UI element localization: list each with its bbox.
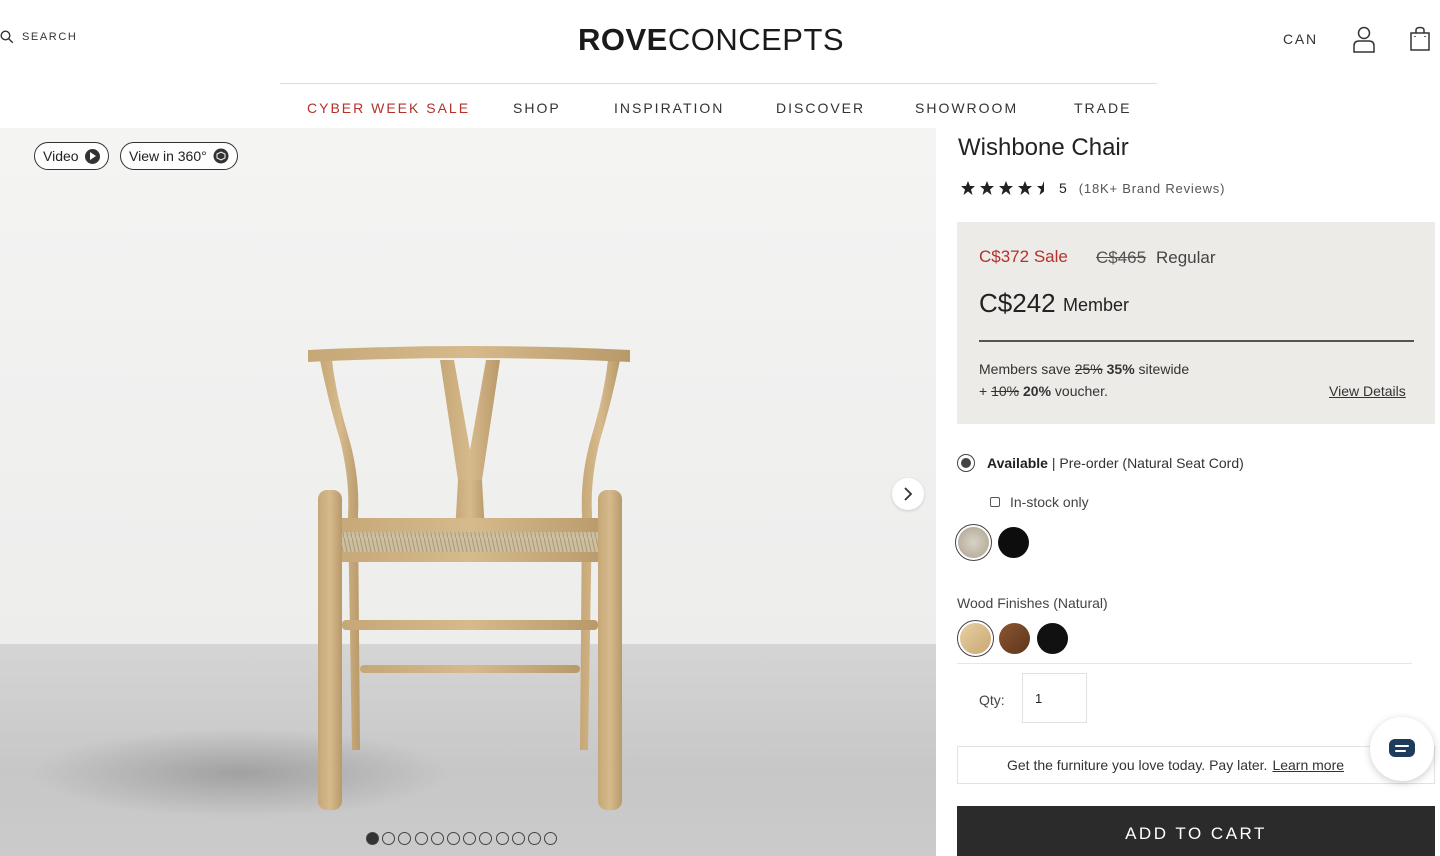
play-icon bbox=[84, 148, 100, 164]
chevron-right-icon bbox=[904, 487, 913, 501]
video-label: Video bbox=[43, 148, 79, 164]
members-save-prefix: Members save bbox=[979, 361, 1071, 377]
availability-radio[interactable] bbox=[957, 454, 975, 472]
gallery-dot[interactable] bbox=[495, 832, 509, 845]
gallery-dot[interactable] bbox=[382, 832, 396, 845]
product-rating[interactable]: 5 (18K+ Brand Reviews) bbox=[960, 180, 1225, 196]
chat-icon bbox=[1389, 739, 1415, 757]
star-icon bbox=[961, 181, 975, 195]
logo-light: CONCEPTS bbox=[667, 22, 845, 57]
instock-checkbox[interactable] bbox=[990, 497, 1000, 507]
members-save-suffix: sitewide bbox=[1138, 361, 1190, 377]
rating-stars bbox=[960, 180, 1052, 196]
country-selector[interactable]: CAN bbox=[1283, 31, 1318, 47]
gallery-dot[interactable] bbox=[366, 832, 379, 845]
members-save-text: Members save 25% 35% sitewide bbox=[979, 361, 1189, 377]
search-button[interactable]: SEARCH bbox=[0, 30, 77, 44]
members-save-new: 35% bbox=[1106, 361, 1135, 377]
nav-item-cyber-week-sale[interactable]: CYBER WEEK SALE bbox=[307, 100, 470, 116]
swatch-seat-black[interactable] bbox=[998, 527, 1029, 558]
site-logo[interactable]: ROVECONCEPTS bbox=[578, 22, 844, 58]
product-title: Wishbone Chair bbox=[958, 134, 1129, 161]
gallery-dot[interactable] bbox=[511, 832, 525, 845]
price-divider bbox=[979, 340, 1414, 342]
gallery-dot[interactable] bbox=[398, 832, 412, 845]
logo-bold: ROVE bbox=[578, 22, 668, 57]
search-icon bbox=[0, 30, 14, 44]
shopping-bag-icon[interactable] bbox=[1408, 26, 1432, 52]
star-icon bbox=[1037, 181, 1044, 195]
swatch-wood-walnut[interactable] bbox=[999, 623, 1030, 654]
member-price: C$242 bbox=[979, 288, 1056, 318]
product-gallery[interactable]: Video View in 360° bbox=[0, 128, 936, 856]
regular-price-label: Regular bbox=[1156, 248, 1216, 267]
nav-item-trade[interactable]: TRADE bbox=[1074, 100, 1131, 116]
gallery-pagination bbox=[366, 832, 558, 845]
swatch-seat-natural-cord[interactable] bbox=[955, 524, 992, 561]
availability-option[interactable]: Available | Pre-order (Natural Seat Cord… bbox=[957, 454, 1244, 472]
instock-filter[interactable]: In-stock only bbox=[990, 494, 1089, 510]
quantity-label: Qty: bbox=[979, 692, 1005, 708]
video-button[interactable]: Video bbox=[34, 142, 109, 170]
add-to-cart-button[interactable]: ADD TO CART bbox=[957, 806, 1435, 856]
nav-item-showroom[interactable]: SHOWROOM bbox=[915, 100, 1018, 116]
cube-360-icon bbox=[213, 148, 229, 164]
swatch-wood-black[interactable] bbox=[1037, 623, 1068, 654]
nav-item-shop[interactable]: SHOP bbox=[513, 100, 561, 116]
quantity-input[interactable]: 1 bbox=[1022, 673, 1087, 723]
voucher-old: 10% bbox=[991, 383, 1020, 399]
main-nav: CYBER WEEK SALE SHOP INSPIRATION DISCOVE… bbox=[280, 88, 1157, 128]
star-icon bbox=[999, 181, 1013, 195]
search-label: SEARCH bbox=[22, 31, 78, 43]
availability-status: Available bbox=[987, 455, 1048, 471]
regular-price: C$465 bbox=[1096, 248, 1147, 267]
header-divider bbox=[280, 83, 1157, 84]
pay-later-banner: Get the furniture you love today. Pay la… bbox=[957, 746, 1435, 784]
voucher-suffix: voucher. bbox=[1054, 383, 1108, 399]
gallery-dot[interactable] bbox=[430, 832, 444, 845]
voucher-prefix: + bbox=[979, 383, 988, 399]
gallery-dot[interactable] bbox=[479, 832, 493, 845]
pay-later-text: Get the furniture you love today. Pay la… bbox=[1007, 757, 1268, 773]
voucher-new: 20% bbox=[1023, 383, 1052, 399]
site-header: SEARCH ROVECONCEPTS CAN bbox=[0, 0, 1440, 84]
instock-label: In-stock only bbox=[1010, 494, 1089, 510]
view-details-link[interactable]: View Details bbox=[1329, 383, 1406, 399]
star-icon bbox=[980, 181, 994, 195]
account-icon[interactable] bbox=[1352, 25, 1376, 53]
nav-item-inspiration[interactable]: INSPIRATION bbox=[614, 100, 724, 116]
gallery-dot[interactable] bbox=[527, 832, 541, 845]
gallery-dot[interactable] bbox=[544, 832, 558, 845]
view-360-button[interactable]: View in 360° bbox=[120, 142, 238, 170]
section-divider bbox=[957, 663, 1412, 664]
members-save-old: 25% bbox=[1074, 361, 1103, 377]
price-box: C$372 Sale C$465 Regular C$242 Member Me… bbox=[957, 222, 1435, 424]
gallery-dot[interactable] bbox=[463, 832, 477, 845]
voucher-text: + 10% 20% voucher. bbox=[979, 383, 1108, 399]
nav-item-discover[interactable]: DISCOVER bbox=[776, 100, 865, 116]
gallery-next-button[interactable] bbox=[892, 478, 924, 510]
member-price-label: Member bbox=[1063, 295, 1130, 315]
sale-price: C$372 Sale bbox=[979, 247, 1068, 266]
rating-value: 5 bbox=[1059, 180, 1067, 196]
product-image-chair bbox=[308, 346, 630, 810]
availability-detail: | Pre-order (Natural Seat Cord) bbox=[1051, 455, 1244, 471]
rating-count: (18K+ Brand Reviews) bbox=[1078, 180, 1226, 196]
gallery-dot[interactable] bbox=[414, 832, 428, 845]
view-360-label: View in 360° bbox=[129, 148, 207, 164]
swatch-wood-natural[interactable] bbox=[957, 620, 994, 657]
learn-more-link[interactable]: Learn more bbox=[1272, 757, 1344, 773]
star-icon bbox=[1018, 181, 1032, 195]
wood-finish-label: Wood Finishes (Natural) bbox=[957, 595, 1108, 611]
gallery-dot[interactable] bbox=[446, 832, 460, 845]
chat-button[interactable] bbox=[1370, 717, 1434, 781]
